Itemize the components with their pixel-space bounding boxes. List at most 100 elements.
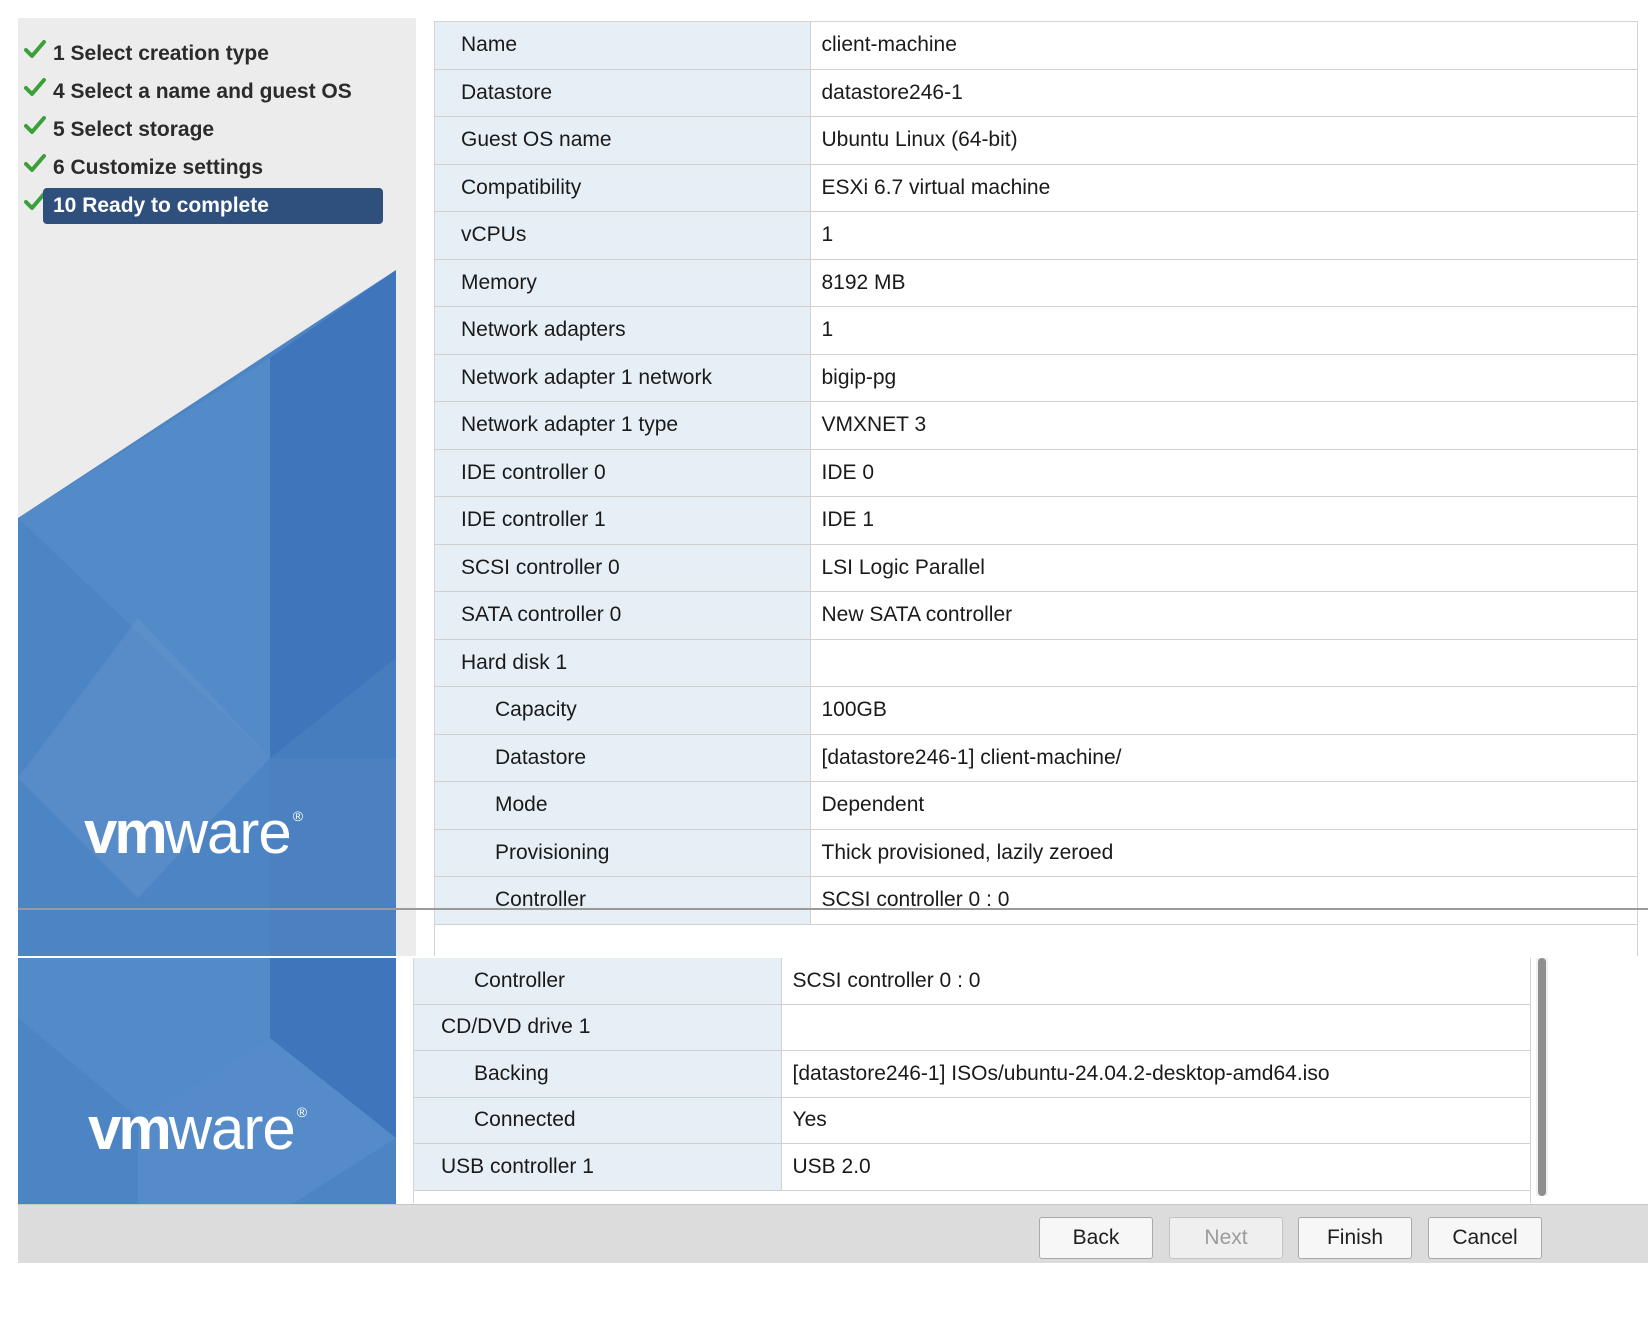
summary-value: Dependent bbox=[810, 781, 1637, 830]
wizard-step-label: 5 Select storage bbox=[53, 118, 215, 141]
wizard-steps: 1 Select creation type 4 Select a name an… bbox=[18, 36, 416, 226]
summary-row: Memory 8192 MB bbox=[435, 259, 1637, 307]
summary-value: 8192 MB bbox=[810, 259, 1637, 307]
summary-row: vCPUs 1 bbox=[435, 211, 1637, 260]
summary-value: LSI Logic Parallel bbox=[810, 544, 1637, 592]
summary-row: Network adapters 1 bbox=[435, 306, 1637, 355]
summary-key: Network adapter 1 network bbox=[435, 354, 811, 402]
summary-key: Mode bbox=[435, 781, 811, 830]
finish-button[interactable]: Finish bbox=[1298, 1217, 1412, 1259]
summary-value: Yes bbox=[781, 1097, 1530, 1144]
summary-key: Capacity bbox=[435, 686, 811, 735]
summary-row: Datastore datastore246-1 bbox=[435, 69, 1637, 117]
summary-key: Memory bbox=[435, 259, 811, 307]
summary-row: Guest OS name Ubuntu Linux (64-bit) bbox=[435, 116, 1637, 165]
summary-row: Hard disk 1 bbox=[435, 639, 1637, 687]
summary-row: Mode Dependent bbox=[435, 781, 1637, 830]
wizard-step[interactable]: 6 Customize settings bbox=[18, 150, 416, 188]
summary-value: SCSI controller 0 : 0 bbox=[781, 958, 1530, 1005]
summary-row: CD/DVD drive 1 bbox=[414, 1004, 1530, 1051]
scrollbar-thumb[interactable] bbox=[1538, 958, 1546, 1196]
summary-key: Compatibility bbox=[435, 164, 811, 212]
vmware-logo: vmware ® bbox=[84, 799, 303, 866]
summary-key: Guest OS name bbox=[435, 116, 811, 165]
wizard-step-label: 1 Select creation type bbox=[53, 42, 269, 65]
summary-key: Controller bbox=[435, 876, 811, 925]
summary-key: CD/DVD drive 1 bbox=[414, 1004, 782, 1051]
summary-value bbox=[810, 639, 1637, 687]
summary-key: Controller bbox=[414, 958, 782, 1005]
summary-scrollbar[interactable] bbox=[1536, 958, 1548, 1196]
summary-table-bottom: Controller SCSI controller 0 : 0 CD/DVD dr… bbox=[413, 958, 1531, 1203]
summary-key: Backing bbox=[414, 1050, 782, 1098]
summary-value: New SATA controller bbox=[810, 591, 1637, 640]
summary-row: Controller SCSI controller 0 : 0 bbox=[414, 958, 1530, 1005]
summary-row: Controller SCSI controller 0 : 0 bbox=[435, 876, 1637, 925]
summary-row: Connected Yes bbox=[414, 1097, 1530, 1144]
wizard-step[interactable]: 5 Select storage bbox=[18, 112, 416, 150]
summary-key: SATA controller 0 bbox=[435, 591, 811, 640]
summary-value: VMXNET 3 bbox=[810, 401, 1637, 450]
summary-row: Network adapter 1 type VMXNET 3 bbox=[435, 401, 1637, 450]
summary-row: Network adapter 1 network bigip-pg bbox=[435, 354, 1637, 402]
summary-value: IDE 0 bbox=[810, 449, 1637, 497]
summary-row: Datastore [datastore246-1] client-machine… bbox=[435, 734, 1637, 782]
summary-key: Name bbox=[435, 22, 811, 70]
wizard-step-label: 10 Ready to complete bbox=[43, 188, 383, 224]
summary-value: Thick provisioned, lazily zeroed bbox=[810, 829, 1637, 877]
wizard-top-screenshot: 1 Select creation type 4 Select a name an… bbox=[18, 18, 1648, 956]
vmware-logo-bottom: vmware ® bbox=[88, 1095, 307, 1162]
summary-key: USB controller 1 bbox=[414, 1143, 782, 1191]
wizard-step[interactable]: 4 Select a name and guest OS bbox=[18, 74, 416, 112]
wizard-step[interactable]: 1 Select creation type bbox=[18, 36, 416, 74]
wizard-step-label: 6 Customize settings bbox=[53, 156, 264, 179]
wizard-sidebar: 1 Select creation type 4 Select a name an… bbox=[18, 18, 416, 956]
summary-value: 1 bbox=[810, 211, 1637, 260]
next-button[interactable]: Next bbox=[1169, 1217, 1283, 1259]
summary-key: IDE controller 1 bbox=[435, 496, 811, 545]
summary-key: IDE controller 0 bbox=[435, 449, 811, 497]
summary-key: SCSI controller 0 bbox=[435, 544, 811, 592]
summary-value: 1 bbox=[810, 306, 1637, 355]
summary-value: bigip-pg bbox=[810, 354, 1637, 402]
panel-divider bbox=[18, 908, 1648, 910]
summary-value: ESXi 6.7 virtual machine bbox=[810, 164, 1637, 212]
summary-value: Ubuntu Linux (64-bit) bbox=[810, 116, 1637, 165]
summary-key: vCPUs bbox=[435, 211, 811, 260]
back-button[interactable]: Back bbox=[1039, 1217, 1153, 1259]
summary-value: datastore246-1 bbox=[810, 69, 1637, 117]
summary-key: Hard disk 1 bbox=[435, 639, 811, 687]
summary-key: Provisioning bbox=[435, 829, 811, 877]
summary-row: SCSI controller 0 LSI Logic Parallel bbox=[435, 544, 1637, 592]
summary-value: USB 2.0 bbox=[781, 1143, 1530, 1191]
wizard-sidebar-bottom: vmware ® bbox=[18, 958, 396, 1218]
summary-table-top: Name client-machine Datastore datastore246-… bbox=[434, 21, 1638, 956]
wizard-step[interactable]: 10 Ready to complete bbox=[18, 188, 416, 226]
summary-value: IDE 1 bbox=[810, 496, 1637, 545]
summary-value bbox=[781, 1004, 1530, 1051]
summary-row: Compatibility ESXi 6.7 virtual machine bbox=[435, 164, 1637, 212]
summary-row: Provisioning Thick provisioned, lazily ze… bbox=[435, 829, 1637, 877]
summary-row: Backing [datastore246-1] ISOs/ubuntu-24.0… bbox=[414, 1050, 1530, 1098]
summary-key: Connected bbox=[414, 1097, 782, 1144]
summary-row: Name client-machine bbox=[435, 22, 1637, 70]
summary-value: 100GB bbox=[810, 686, 1637, 735]
summary-key: Network adapter 1 type bbox=[435, 401, 811, 450]
summary-row: Capacity 100GB bbox=[435, 686, 1637, 735]
summary-value: SCSI controller 0 : 0 bbox=[810, 876, 1637, 925]
summary-key: Datastore bbox=[435, 734, 811, 782]
wizard-bottom-screenshot: vmware ® Controller SCSI controller 0 : 0C… bbox=[18, 958, 1648, 1340]
wizard-footer: Back Next Finish Cancel bbox=[18, 1204, 1648, 1263]
summary-row: IDE controller 0 IDE 0 bbox=[435, 449, 1637, 497]
summary-value: [datastore246-1] client-machine/ bbox=[810, 734, 1637, 782]
summary-row: IDE controller 1 IDE 1 bbox=[435, 496, 1637, 545]
summary-value: [datastore246-1] ISOs/ubuntu-24.04.2-des… bbox=[781, 1050, 1530, 1098]
summary-row: SATA controller 0 New SATA controller bbox=[435, 591, 1637, 640]
cancel-button[interactable]: Cancel bbox=[1428, 1217, 1542, 1259]
summary-row: USB controller 1 USB 2.0 bbox=[414, 1143, 1530, 1191]
summary-value: client-machine bbox=[810, 22, 1637, 70]
summary-key: Network adapters bbox=[435, 306, 811, 355]
summary-key: Datastore bbox=[435, 69, 811, 117]
wizard-step-label: 4 Select a name and guest OS bbox=[53, 80, 352, 103]
sidebar-background-art bbox=[18, 958, 396, 1218]
